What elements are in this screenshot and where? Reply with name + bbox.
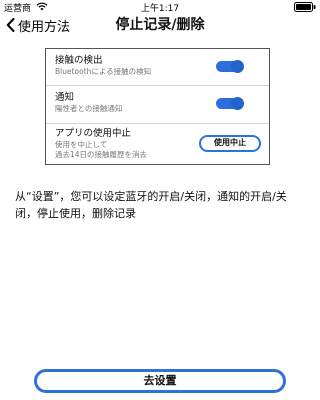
setting-row-stop-app: アプリの使用中止 使用を中止して 過去14日の接触履歴を消去 使用中止 (46, 124, 269, 164)
notification-toggle[interactable] (216, 97, 244, 110)
stop-use-button[interactable]: 使用中止 (199, 135, 261, 152)
navigation-bar: 停止记录/删除 使用方法 (0, 14, 320, 36)
chevron-left-icon (6, 18, 15, 32)
setting-row-contact-detection: 接触の検出 Bluetoothによる接触の検知 (46, 49, 269, 86)
go-to-settings-button[interactable]: 去设置 (34, 369, 286, 393)
back-button[interactable]: 使用方法 (6, 14, 70, 36)
battery-icon (294, 2, 316, 12)
toggle-knob (231, 97, 244, 110)
back-button-label: 使用方法 (18, 19, 71, 35)
status-bar: 运营商 上午1:17 (0, 0, 320, 14)
status-time: 上午1:17 (140, 4, 180, 14)
settings-screenshot-card: 接触の検出 Bluetoothによる接触の検知 通知 陽性者との接触通知 アプリ… (45, 48, 270, 165)
contact-detection-toggle[interactable] (216, 60, 244, 73)
setting-row-notification: 通知 陽性者との接触通知 (46, 86, 269, 124)
instruction-text: 从“设置”，您可以设定蓝牙的开启/关闭，通知的开启/关闭，停止使用，删除记录 (15, 190, 287, 220)
toggle-knob (231, 60, 244, 73)
